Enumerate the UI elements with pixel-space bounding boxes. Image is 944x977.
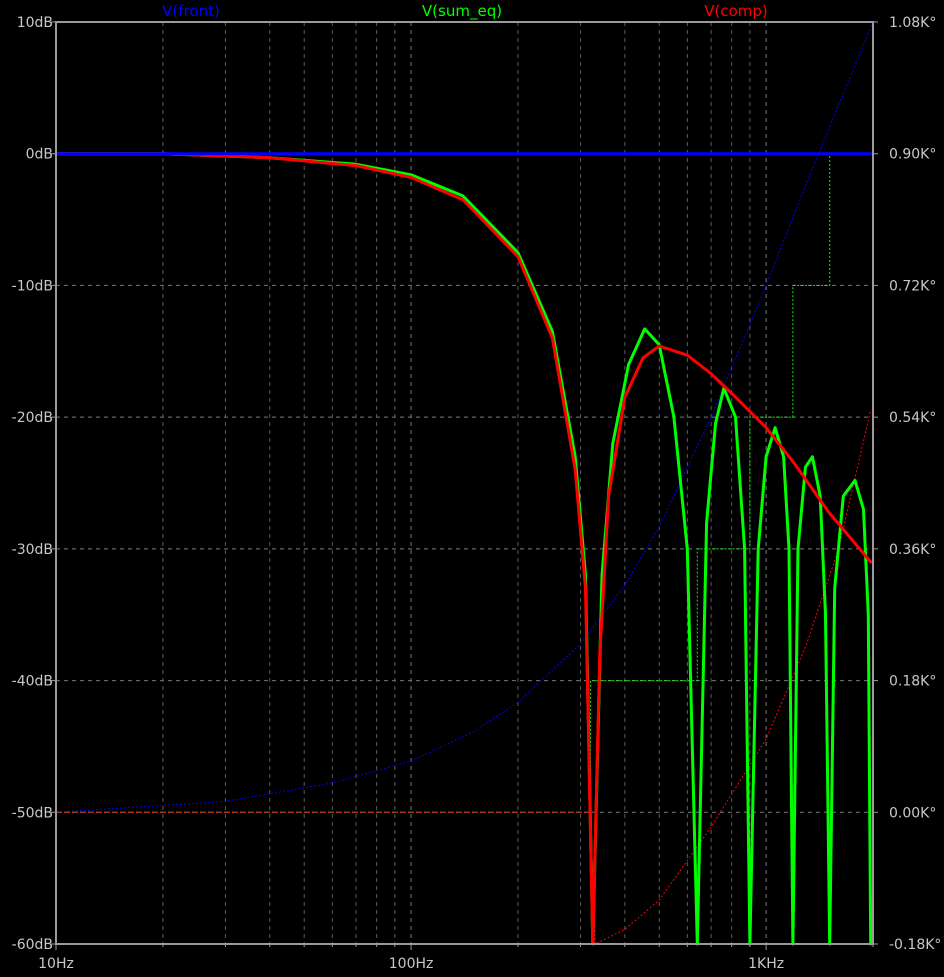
y2-tick-label: 0.72K° xyxy=(889,278,936,294)
legend-entry-series-2[interactable]: V(comp) xyxy=(704,2,768,20)
x-tick-label: 10Hz xyxy=(38,956,74,972)
bode-plot: 10dB 0dB -10dB -20dB -30dB -40dB -50dB -60dB 1.0… xyxy=(0,0,944,977)
y-tick-label: 10dB xyxy=(17,15,53,31)
y-tick-label: -40dB xyxy=(12,674,53,690)
y-tick-label: -20dB xyxy=(12,410,53,426)
y2-tick-label: 1.08K° xyxy=(889,15,936,31)
y2-tick-label: 0.90K° xyxy=(889,147,936,163)
y2-tick-label: 0.00K° xyxy=(889,805,936,821)
y-tick-label: -30dB xyxy=(12,542,53,558)
x-tick-label: 1KHz xyxy=(748,956,784,972)
legend-entry-series-0[interactable]: V(front) xyxy=(162,2,220,20)
y2-tick-label: 0.54K° xyxy=(889,410,936,426)
y-tick-label: 0dB xyxy=(26,147,53,163)
legend-entry-series-1[interactable]: V(sum_eq) xyxy=(422,2,502,21)
y2-tick-label: -0.18K° xyxy=(889,937,941,953)
y-tick-label: -50dB xyxy=(12,805,53,821)
x-tick-label: 100Hz xyxy=(389,956,434,972)
y2-tick-label: 0.36K° xyxy=(889,542,936,558)
y-tick-label: -10dB xyxy=(12,278,53,294)
y-tick-label: -60dB xyxy=(12,937,53,953)
y2-tick-label: 0.18K° xyxy=(889,674,936,690)
